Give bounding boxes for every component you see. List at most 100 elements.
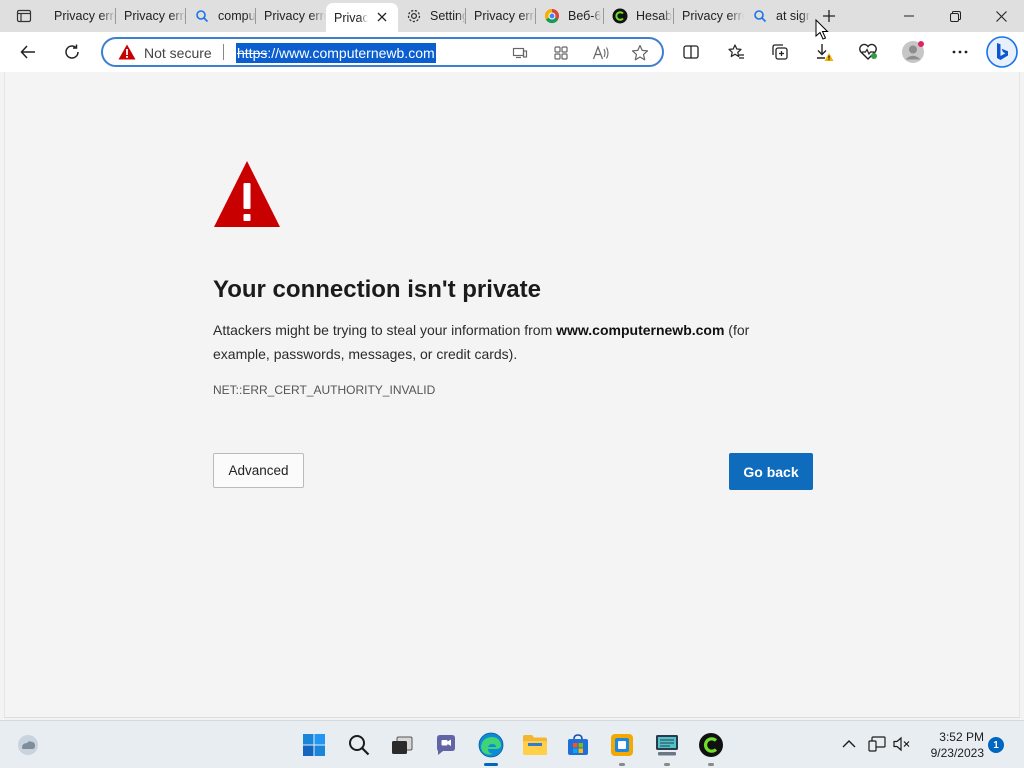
tab-label: Privacy error — [474, 9, 536, 23]
tab-privacy-error-5[interactable]: Privacy error — [674, 4, 744, 28]
browser-essentials-button[interactable] — [852, 36, 884, 68]
running-indicator — [664, 763, 670, 766]
close-icon — [995, 10, 1007, 22]
tab-hesab[interactable]: Hesab — [604, 4, 674, 28]
app-available-icon — [512, 47, 528, 59]
volume-muted-icon — [893, 736, 910, 752]
teams-chat-button[interactable] — [430, 729, 462, 761]
collections-button[interactable] — [764, 36, 796, 68]
settings-and-more-button[interactable] — [944, 36, 976, 68]
not-secure-label[interactable]: Not secure — [144, 45, 212, 61]
weather-cloud-icon — [18, 735, 38, 755]
description-prefix: Attackers might be trying to steal your … — [213, 322, 557, 338]
task-view-icon — [392, 736, 413, 754]
error-description: Attackers might be trying to steal your … — [213, 318, 783, 366]
taskbar-search-button[interactable] — [343, 729, 375, 761]
tab-web-6[interactable]: Веб-6 — [536, 4, 604, 28]
profile-button[interactable] — [897, 36, 929, 68]
microsoft-store-button[interactable] — [562, 729, 594, 761]
tab-label: Privacy error — [54, 9, 116, 23]
network-tray-button[interactable] — [866, 733, 888, 755]
back-arrow-icon — [20, 45, 35, 59]
start-button[interactable] — [298, 729, 330, 761]
tab-strip: Privacy error Privacy error computernewb… — [0, 0, 1024, 32]
chrome-icon — [544, 8, 560, 24]
bing-logo-icon — [986, 36, 1018, 68]
go-back-button[interactable]: Go back — [729, 453, 813, 490]
browser-essentials-heart-icon — [859, 43, 877, 60]
error-page: Your connection isn't private Attackers … — [4, 72, 1020, 718]
url-text[interactable]: https://www.computernewb.com — [236, 43, 436, 63]
pinned-app-icon — [611, 734, 633, 756]
tab-actions-button[interactable] — [6, 4, 42, 28]
taskbar-edge-button[interactable] — [475, 729, 507, 766]
running-indicator — [484, 763, 498, 766]
tab-actions-icon — [16, 9, 32, 23]
extensions-grid-icon — [554, 46, 568, 60]
bing-copilot-button[interactable] — [985, 35, 1019, 69]
url-host: ://www.computernewb.com — [267, 45, 435, 61]
clock-date: 9/23/2023 — [930, 746, 984, 760]
tab-privacy-error-2[interactable]: Privacy error — [116, 4, 186, 28]
green-c-icon — [699, 733, 723, 757]
search-icon — [349, 735, 370, 756]
collections-icon — [772, 44, 788, 60]
favorite-star-button[interactable] — [629, 42, 651, 64]
avatar — [902, 41, 924, 63]
tab-at-sign-search[interactable]: at sign — [744, 4, 810, 28]
close-tab-icon[interactable] — [374, 9, 390, 25]
extensions-button[interactable] — [550, 42, 572, 64]
remote-desktop-button[interactable] — [651, 729, 683, 766]
minimize-button[interactable] — [886, 0, 932, 32]
show-hidden-icons-button[interactable] — [838, 733, 860, 755]
folder-icon — [523, 735, 547, 755]
store-bag-icon — [568, 734, 588, 755]
site-domain: www.computernewb.com — [556, 322, 725, 338]
back-button[interactable] — [12, 36, 44, 68]
tab-privacy-error-4[interactable]: Privacy error — [466, 4, 536, 28]
restore-icon — [949, 10, 961, 22]
browser-toolbar: Not secure https://www.computernewb.com — [0, 32, 1024, 72]
tab-privacy-error-active[interactable]: Privacy error — [326, 3, 398, 32]
volume-tray-button[interactable] — [891, 733, 913, 755]
close-window-button[interactable] — [978, 0, 1024, 32]
search-icon — [752, 8, 768, 24]
tab-privacy-error-1[interactable]: Privacy error — [46, 4, 116, 28]
green-c-app-button[interactable] — [695, 729, 727, 766]
pinned-app-button[interactable] — [606, 729, 638, 766]
tab-settings[interactable]: Settings — [398, 4, 466, 28]
read-aloud-icon — [592, 45, 609, 60]
tab-label: Settings — [430, 9, 466, 23]
favorites-button[interactable] — [720, 36, 752, 68]
file-explorer-button[interactable] — [519, 729, 551, 761]
edge-browser-icon — [478, 732, 504, 758]
restore-button[interactable] — [932, 0, 978, 32]
page-title: Your connection isn't private — [213, 276, 541, 303]
network-icon — [868, 736, 886, 752]
mouse-cursor-icon — [815, 18, 829, 46]
notification-badge[interactable]: 1 — [988, 737, 1004, 753]
favorites-icon — [728, 44, 744, 59]
tab-label: Hesab — [636, 9, 673, 23]
star-icon — [631, 44, 649, 61]
clock-time: 3:52 PM — [939, 730, 984, 744]
tab-computernewb-search[interactable]: computernewb.com — [186, 4, 256, 28]
tab-privacy-error-3[interactable]: Privacy error — [256, 4, 326, 28]
green-c-icon — [612, 8, 628, 24]
task-view-button[interactable] — [386, 729, 418, 761]
tab-label: Privacy error — [334, 10, 368, 25]
refresh-button[interactable] — [56, 36, 88, 68]
read-aloud-button[interactable] — [590, 42, 612, 64]
address-bar[interactable]: Not secure https://www.computernewb.com — [101, 37, 664, 67]
system-clock[interactable]: 3:52 PM 9/23/2023 — [924, 729, 984, 761]
weather-widget[interactable] — [12, 729, 44, 761]
gear-icon — [406, 8, 422, 24]
tab-label: at sign — [776, 9, 810, 23]
split-screen-button[interactable] — [675, 36, 707, 68]
tab-label: Privacy error — [124, 9, 186, 23]
advanced-button[interactable]: Advanced — [213, 453, 304, 488]
not-secure-warning-icon[interactable] — [118, 44, 136, 65]
app-available-button[interactable] — [509, 42, 531, 64]
more-dots-icon — [952, 50, 968, 54]
windows-taskbar: 3:52 PM 9/23/2023 1 — [0, 720, 1024, 768]
